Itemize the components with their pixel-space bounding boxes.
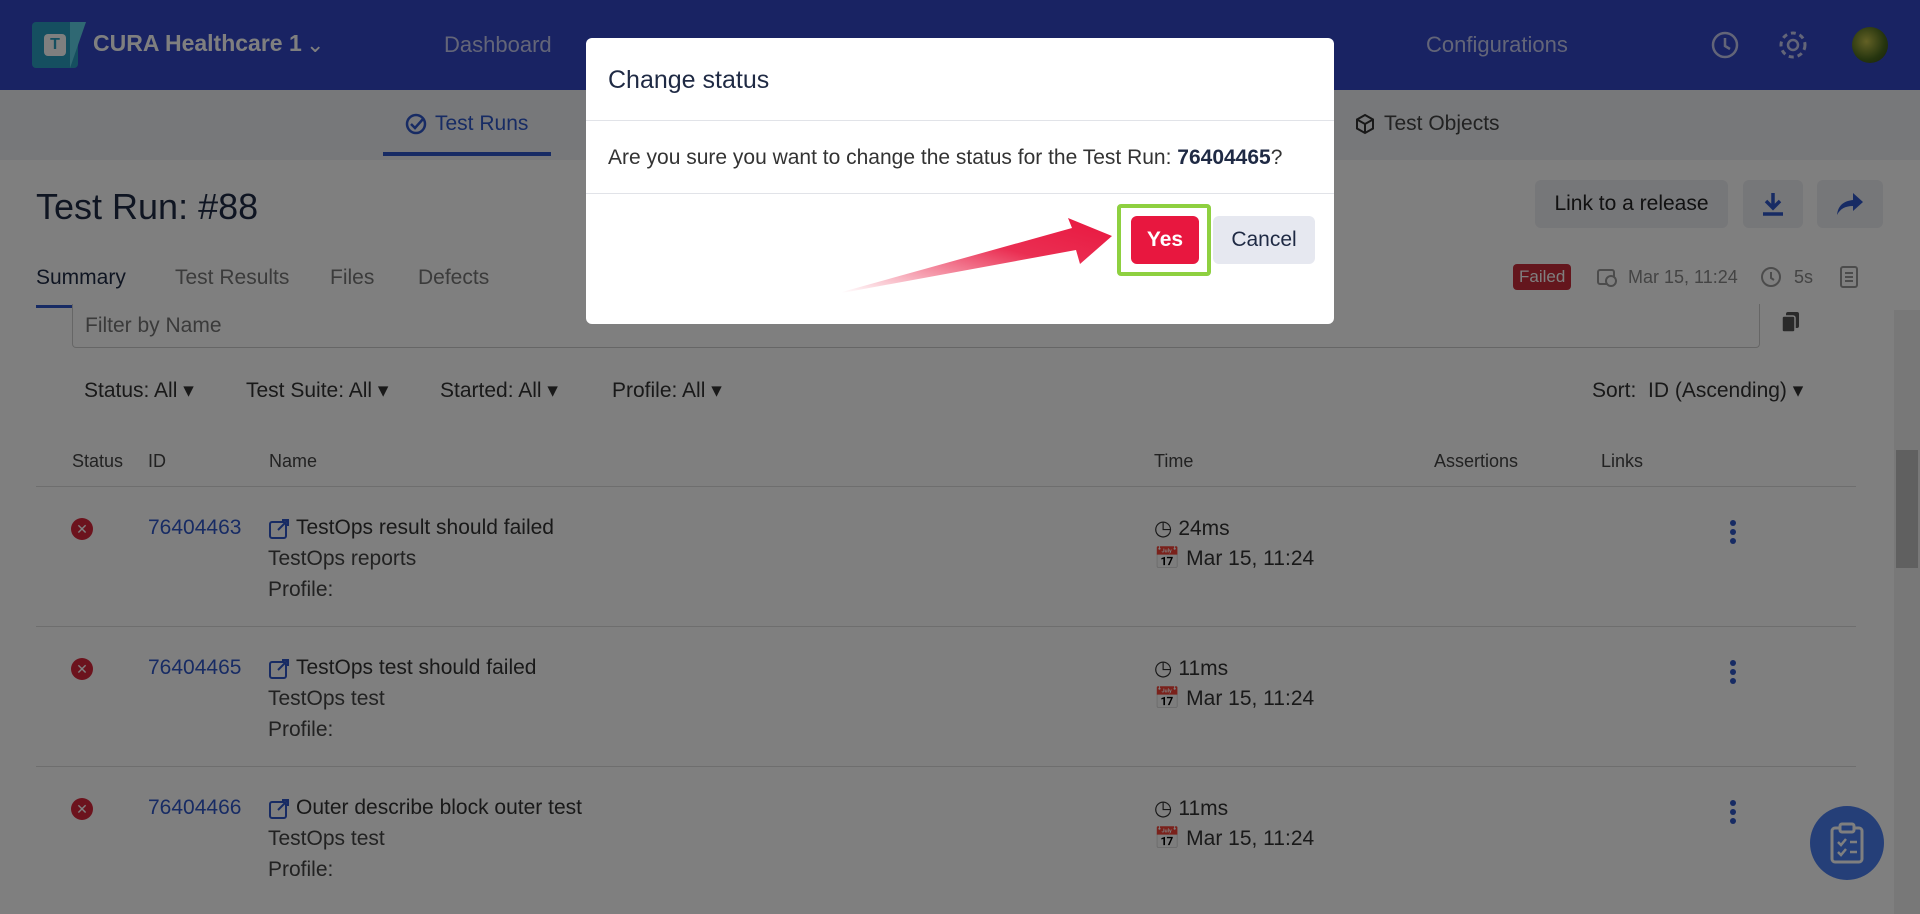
dialog-divider (586, 120, 1334, 121)
test-run-id: 76404465 (1177, 146, 1271, 169)
dialog-message-suffix: ? (1270, 146, 1283, 169)
dialog-divider (586, 193, 1334, 194)
cancel-button[interactable]: Cancel (1213, 216, 1315, 264)
dialog-message: Are you sure you want to change the stat… (608, 146, 1282, 170)
yes-button[interactable]: Yes (1131, 216, 1199, 264)
dialog-title: Change status (608, 66, 770, 94)
annotation-arrow-icon (842, 218, 1112, 293)
dialog-message-text: Are you sure you want to change the stat… (608, 146, 1178, 169)
